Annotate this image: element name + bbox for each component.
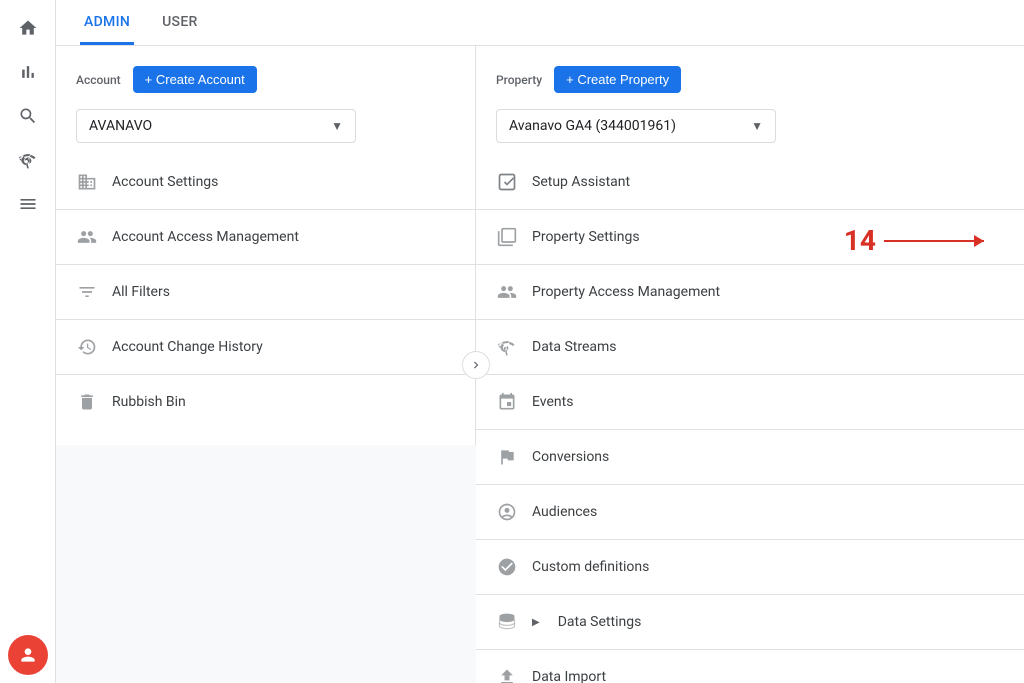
menu-item-account-access-management[interactable]: Account Access Management (56, 214, 475, 260)
account-panel: Account + Create Account AVANAVO ▼ Accou… (56, 46, 476, 445)
property-label: Property (496, 73, 542, 87)
menu-item-account-settings[interactable]: Account Settings (56, 159, 475, 205)
events-icon (496, 391, 518, 413)
create-property-button[interactable]: + Create Property (554, 66, 681, 93)
menu-item-setup-assistant[interactable]: Setup Assistant (476, 159, 1024, 205)
data-streams-icon (496, 336, 518, 358)
data-settings-expand-icon: ▶ (532, 617, 540, 628)
data-import-icon (496, 666, 518, 683)
content-area: Account + Create Account AVANAVO ▼ Accou… (56, 46, 1024, 683)
filter-icon (76, 281, 98, 303)
account-dropdown[interactable]: AVANAVO ▼ (76, 109, 356, 143)
custom-definitions-label: Custom definitions (532, 559, 649, 575)
property-access-icon (496, 281, 518, 303)
left-sidebar (0, 0, 56, 683)
trash-icon (76, 391, 98, 413)
property-panel: Property + Create Property Avanavo GA4 (… (476, 46, 1024, 683)
audiences-icon (496, 501, 518, 523)
account-dropdown-row: AVANAVO ▼ (56, 109, 475, 159)
account-label: Account (76, 73, 121, 87)
menu-item-rubbish-bin[interactable]: Rubbish Bin (56, 379, 475, 425)
all-filters-label: All Filters (112, 284, 170, 300)
menu-item-property-settings[interactable]: Property Settings (476, 214, 1024, 260)
menu-item-property-access-management[interactable]: Property Access Management (476, 269, 1024, 315)
menu-item-conversions[interactable]: Conversions (476, 434, 1024, 480)
menu-item-data-import[interactable]: Data Import (476, 654, 1024, 683)
home-icon[interactable] (8, 8, 48, 48)
tab-bar: ADMIN USER (56, 0, 1024, 46)
bar-chart-icon[interactable] (8, 52, 48, 92)
data-settings-icon (496, 611, 518, 633)
events-label: Events (532, 394, 573, 410)
property-settings-icon (496, 226, 518, 248)
account-dropdown-caret-icon: ▼ (331, 119, 343, 133)
menu-item-account-change-history[interactable]: Account Change History (56, 324, 475, 370)
user-avatar-icon[interactable] (8, 635, 48, 675)
people-icon (76, 226, 98, 248)
data-streams-label: Data Streams (532, 339, 617, 355)
rubbish-bin-label: Rubbish Bin (112, 394, 186, 410)
main-content: ADMIN USER Account + Create Account AVAN… (56, 0, 1024, 683)
audiences-label: Audiences (532, 504, 597, 520)
conversions-icon (496, 446, 518, 468)
list-icon[interactable] (8, 184, 48, 224)
building-icon (76, 171, 98, 193)
property-panel-relative: 14 Property + Create Property Avanavo GA… (476, 46, 1024, 683)
property-dropdown-row: Avanavo GA4 (344001961) ▼ (476, 109, 1024, 159)
menu-item-data-streams[interactable]: Data Streams (476, 324, 1024, 370)
tab-admin[interactable]: ADMIN (80, 0, 134, 45)
menu-item-data-settings[interactable]: ▶ Data Settings (476, 599, 1024, 645)
account-panel-header: Account + Create Account (56, 66, 475, 109)
search-icon[interactable] (8, 96, 48, 136)
menu-item-audiences[interactable]: Audiences (476, 489, 1024, 535)
checkbox-icon (496, 171, 518, 193)
property-dropdown-value: Avanavo GA4 (344001961) (509, 118, 676, 134)
antenna-icon[interactable] (8, 140, 48, 180)
property-settings-label: Property Settings (532, 229, 640, 245)
create-account-button[interactable]: + Create Account (133, 66, 257, 93)
menu-item-custom-definitions[interactable]: Custom definitions (476, 544, 1024, 590)
account-access-management-label: Account Access Management (112, 229, 299, 245)
account-change-history-label: Account Change History (112, 339, 263, 355)
property-panel-header: Property + Create Property (476, 66, 1024, 109)
property-dropdown-caret-icon: ▼ (751, 119, 763, 133)
custom-defs-icon (496, 556, 518, 578)
account-settings-label: Account Settings (112, 174, 218, 190)
account-dropdown-value: AVANAVO (89, 118, 152, 134)
menu-item-events[interactable]: Events (476, 379, 1024, 425)
account-panel-wrapper: Account + Create Account AVANAVO ▼ Accou… (56, 46, 476, 683)
tab-user[interactable]: USER (158, 0, 202, 45)
property-dropdown[interactable]: Avanavo GA4 (344001961) ▼ (496, 109, 776, 143)
conversions-label: Conversions (532, 449, 609, 465)
history-icon (76, 336, 98, 358)
property-access-management-label: Property Access Management (532, 284, 720, 300)
data-settings-label: Data Settings (558, 614, 642, 630)
data-import-label: Data Import (532, 669, 606, 683)
panel-expand-button[interactable] (462, 351, 490, 379)
menu-item-all-filters[interactable]: All Filters (56, 269, 475, 315)
setup-assistant-label: Setup Assistant (532, 174, 630, 190)
